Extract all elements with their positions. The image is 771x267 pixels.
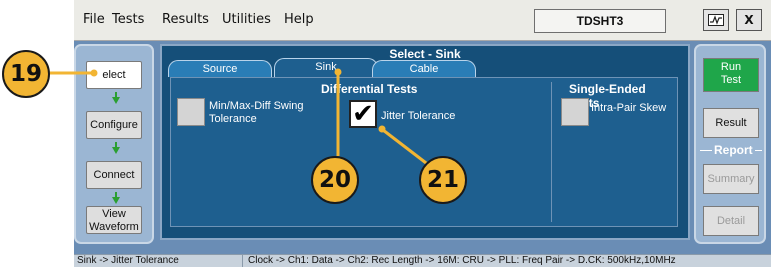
intra-pair-skew-label: Intra-Pair Skew [591, 102, 667, 114]
menu-utilities[interactable]: Utilities [222, 12, 271, 27]
report-group-label: Report [712, 143, 755, 157]
status-separator [242, 255, 243, 267]
nav-connect-button[interactable]: Connect [86, 161, 142, 189]
detail-button[interactable]: Detail [703, 206, 759, 236]
intra-pair-skew-button[interactable] [561, 98, 589, 126]
callout-21: 21 [419, 156, 467, 204]
section-divider [551, 82, 552, 222]
minmax-label-line1: Min/Max-Diff Swing [209, 100, 304, 112]
close-button[interactable]: X [736, 9, 762, 31]
select-sink-panel: Select - Sink Source Sink Cable Differen… [160, 44, 690, 240]
application-window: File Tests Results Utilities Help TDSHT3… [74, 0, 771, 267]
minmax-diff-swing-button[interactable] [177, 98, 205, 126]
menu-help[interactable]: Help [284, 12, 314, 27]
status-test-path: Sink -> Jitter Tolerance [77, 255, 179, 266]
scope-icon [708, 14, 724, 26]
nav-waveform-label: Waveform [89, 221, 139, 233]
result-button[interactable]: Result [703, 108, 759, 138]
jitter-tolerance-label: Jitter Tolerance [381, 110, 456, 122]
menu-file[interactable]: File [83, 12, 105, 27]
tests-area: Differential Tests Single-Ended Tests Mi… [170, 77, 678, 227]
nav-arrow-icon [112, 92, 120, 104]
tab-sink[interactable]: Sink [274, 58, 378, 78]
nav-view-label: View [102, 208, 126, 220]
callout-19: 19 [2, 50, 50, 98]
run-test-button[interactable]: Run Test [703, 58, 759, 92]
menu-bar: File Tests Results Utilities Help TDSHT3… [74, 0, 771, 41]
summary-button[interactable]: Summary [703, 164, 759, 194]
callout-20: 20 [311, 156, 359, 204]
run-label: Run [720, 61, 742, 73]
menu-results[interactable]: Results [162, 12, 209, 27]
application-title: TDSHT3 [534, 9, 666, 33]
checkmark-icon: ✔ [352, 99, 374, 129]
scope-restore-button[interactable] [703, 9, 729, 31]
action-panel: Run Test Result Report Summary Detail [694, 44, 766, 244]
jitter-tolerance-checkbox[interactable]: ✔ [349, 100, 377, 128]
status-bar: Sink -> Jitter Tolerance Clock -> Ch1: D… [74, 254, 771, 267]
tab-cable[interactable]: Cable [372, 60, 476, 77]
navigation-panel: elect Configure Connect View Waveform [74, 44, 154, 244]
nav-arrow-icon [112, 192, 120, 204]
test-label: Test [720, 74, 742, 86]
nav-select-label: elect [102, 69, 126, 81]
minmax-diff-swing-label: Min/Max-Diff Swing Tolerance [209, 100, 304, 126]
panel-title: Select - Sink [389, 47, 461, 61]
nav-select-button[interactable]: elect [86, 61, 142, 89]
nav-configure-button[interactable]: Configure [86, 111, 142, 139]
nav-view-waveform-button[interactable]: View Waveform [86, 206, 142, 234]
tab-source[interactable]: Source [168, 60, 272, 77]
minmax-label-line2: Tolerance [209, 113, 257, 125]
status-configuration: Clock -> Ch1: Data -> Ch2: Rec Length ->… [248, 255, 676, 266]
menu-tests[interactable]: Tests [112, 12, 144, 27]
differential-tests-heading: Differential Tests [321, 82, 418, 96]
nav-arrow-icon [112, 142, 120, 154]
